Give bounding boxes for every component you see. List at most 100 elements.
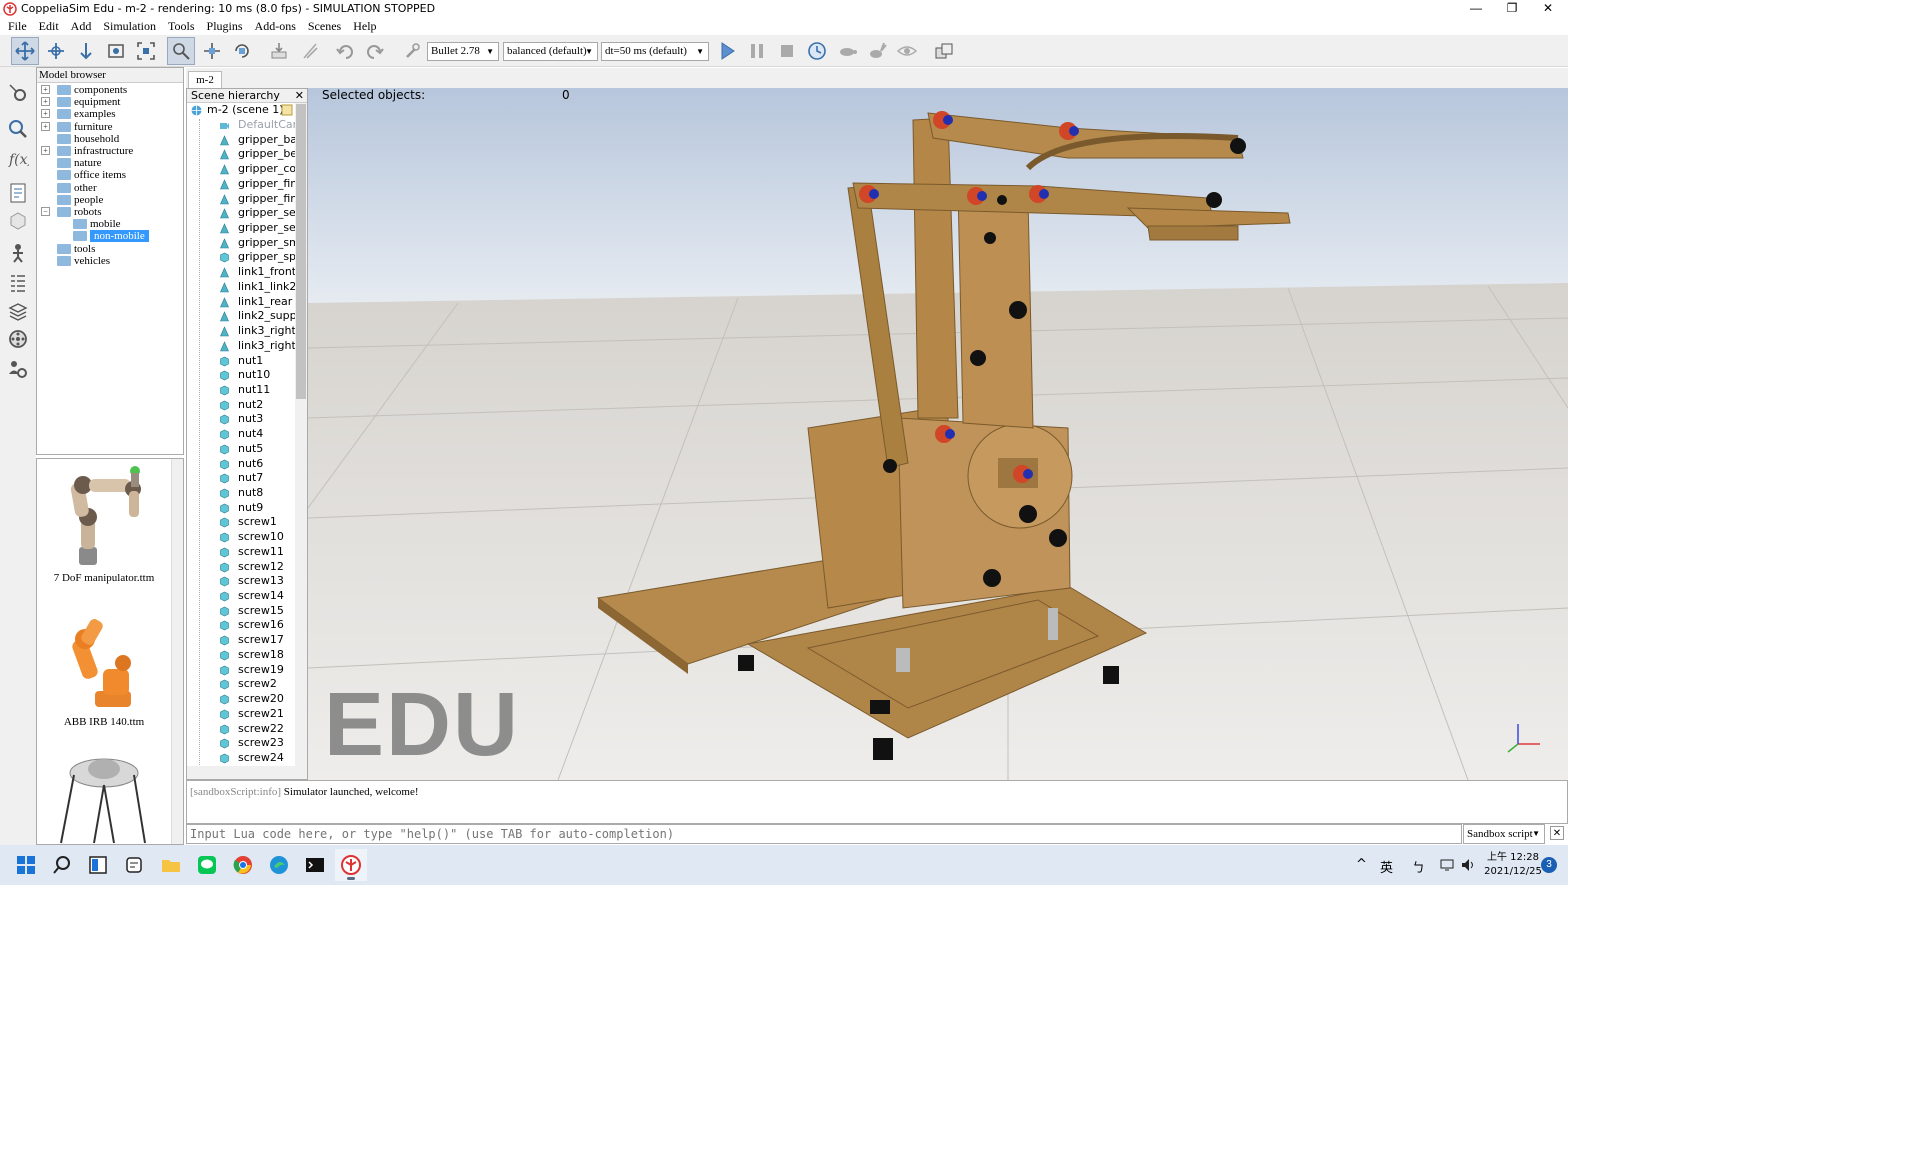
expand-icon[interactable]: +	[41, 109, 50, 119]
console-close-button[interactable]: ✕	[1550, 826, 1564, 840]
expand-icon[interactable]: +	[41, 146, 50, 155]
faster-button[interactable]	[863, 37, 891, 65]
scene-object-row[interactable]: link3_right_	[187, 339, 297, 354]
model-thumbnail-7dof[interactable]: 7 DoF manipulator.ttm	[37, 461, 171, 584]
toggle-visualization-button[interactable]	[893, 37, 921, 65]
scene-object-row[interactable]: nut2	[187, 398, 297, 413]
file-explorer-button[interactable]	[155, 849, 187, 881]
model-folder-people[interactable]: people	[37, 194, 183, 206]
scene-object-row[interactable]: screw20	[187, 692, 297, 707]
model-folder-other[interactable]: other	[37, 182, 183, 194]
user-settings-button[interactable]	[6, 357, 30, 381]
system-clock[interactable]: 上午 12:28 2021/12/25	[1483, 851, 1543, 879]
chrome-button[interactable]	[227, 849, 259, 881]
scrollbar-thumb[interactable]	[296, 104, 306, 399]
scene-object-row[interactable]: screw2	[187, 677, 297, 692]
volume-icon[interactable]	[1460, 857, 1476, 873]
shape-edit-button[interactable]	[6, 209, 30, 233]
scene-object-row[interactable]: nut7	[187, 471, 297, 486]
edge-button[interactable]	[263, 849, 295, 881]
widgets-button[interactable]	[118, 849, 150, 881]
object-properties-button[interactable]	[6, 81, 30, 105]
scene-object-row[interactable]: screw15	[187, 604, 297, 619]
scene-object-row[interactable]: gripper_co	[187, 162, 297, 177]
start-simulation-button[interactable]	[713, 37, 741, 65]
math-functions-button[interactable]: f(x)	[6, 147, 30, 171]
scene-object-row[interactable]: screw21	[187, 707, 297, 722]
undo-button[interactable]	[331, 37, 359, 65]
restore-button[interactable]: ❐	[1494, 0, 1530, 18]
scene-object-row[interactable]: link1_link2_	[187, 280, 297, 295]
fit-to-view-button[interactable]	[132, 37, 160, 65]
model-folder-tools[interactable]: tools	[37, 243, 183, 255]
transfer-dna-button[interactable]	[296, 37, 324, 65]
menu-add-ons[interactable]: Add-ons	[255, 18, 296, 34]
slower-button[interactable]	[833, 37, 861, 65]
scene-object-row[interactable]: DefaultCam	[187, 118, 297, 133]
scene-object-row[interactable]: link1_rear	[187, 295, 297, 310]
menu-scenes[interactable]: Scenes	[308, 18, 341, 34]
scene-object-row[interactable]: gripper_ba	[187, 133, 297, 148]
physics-engine-select[interactable]: Bullet 2.78 ▼	[427, 42, 499, 61]
collapse-icon[interactable]: −	[41, 207, 50, 216]
close-button[interactable]: ✕	[1530, 0, 1566, 18]
menu-file[interactable]: File	[8, 18, 27, 34]
scene-object-row[interactable]: gripper_ser	[187, 221, 297, 236]
script-selector[interactable]: Sandbox script ▼	[1463, 824, 1545, 844]
scene-object-row[interactable]: nut3	[187, 412, 297, 427]
model-browser-toggle[interactable]	[6, 241, 30, 265]
video-recorder-button[interactable]	[6, 327, 30, 351]
time-step-select[interactable]: dt=50 ms (default) ▼	[601, 42, 709, 61]
model-folder-furniture[interactable]: + furniture	[37, 121, 183, 133]
model-folder-examples[interactable]: + examples	[37, 108, 183, 120]
click-select-button[interactable]	[167, 37, 195, 65]
scene-hierarchy-toggle[interactable]	[6, 271, 30, 295]
assemble-button[interactable]	[265, 37, 293, 65]
scene-object-row[interactable]: screw14	[187, 589, 297, 604]
redo-button[interactable]	[361, 37, 389, 65]
scene-object-row[interactable]: nut11	[187, 383, 297, 398]
model-folder-mobile[interactable]: mobile	[37, 218, 183, 230]
menu-plugins[interactable]: Plugins	[207, 18, 243, 34]
scene-object-row[interactable]: gripper_be	[187, 147, 297, 162]
lua-command-input[interactable]	[186, 824, 1462, 844]
scene-object-row[interactable]: screw16	[187, 618, 297, 633]
object-shift-button[interactable]	[198, 37, 226, 65]
model-folder-equipment[interactable]: + equipment	[37, 96, 183, 108]
scene-object-row[interactable]: nut6	[187, 457, 297, 472]
menu-add[interactable]: Add	[71, 18, 92, 34]
chevron-up-icon[interactable]: ^	[1356, 857, 1367, 872]
model-thumbnail-abb-irb-140[interactable]: ABB IRB 140.ttm	[37, 609, 171, 728]
coppeliasim-taskbar-button[interactable]	[335, 849, 367, 881]
page-selector-button[interactable]	[930, 37, 958, 65]
scene-object-row[interactable]: screw24	[187, 751, 297, 766]
camera-angle-button[interactable]	[102, 37, 130, 65]
collections-button[interactable]	[6, 181, 30, 205]
expand-icon[interactable]: +	[41, 85, 50, 94]
scene-object-row[interactable]: nut9	[187, 501, 297, 516]
engine-mode-select[interactable]: balanced (default) ▼	[503, 42, 598, 61]
expand-icon[interactable]: +	[41, 97, 50, 107]
line-app-button[interactable]	[191, 849, 223, 881]
model-folder-robots[interactable]: − robots	[37, 206, 183, 218]
menu-edit[interactable]: Edit	[39, 18, 59, 34]
notification-badge[interactable]: 3	[1541, 857, 1557, 873]
minimize-button[interactable]: —	[1458, 0, 1494, 18]
model-folder-nature[interactable]: nature	[37, 157, 183, 169]
model-folder-components[interactable]: + components	[37, 84, 183, 96]
scene-object-row[interactable]: screw22	[187, 722, 297, 737]
task-view-button[interactable]	[82, 849, 114, 881]
model-thumbnail-delta[interactable]	[37, 751, 171, 844]
model-folder-office-items[interactable]: office items	[37, 169, 183, 181]
scene-object-row[interactable]: screw12	[187, 560, 297, 575]
scene-object-row[interactable]: screw17	[187, 633, 297, 648]
input-method-mode[interactable]: ㄅ	[1412, 857, 1425, 876]
scene-object-row[interactable]: link3_right_	[187, 324, 297, 339]
scene-object-row[interactable]: nut1	[187, 354, 297, 369]
model-folder-infrastructure[interactable]: + infrastructure	[37, 145, 183, 157]
scene-hierarchy-hscrollbar[interactable]	[187, 766, 295, 779]
scene-object-row[interactable]: gripper_fing	[187, 177, 297, 192]
search-button[interactable]	[46, 849, 78, 881]
scene-object-row[interactable]: nut4	[187, 427, 297, 442]
menu-help[interactable]: Help	[353, 18, 376, 34]
